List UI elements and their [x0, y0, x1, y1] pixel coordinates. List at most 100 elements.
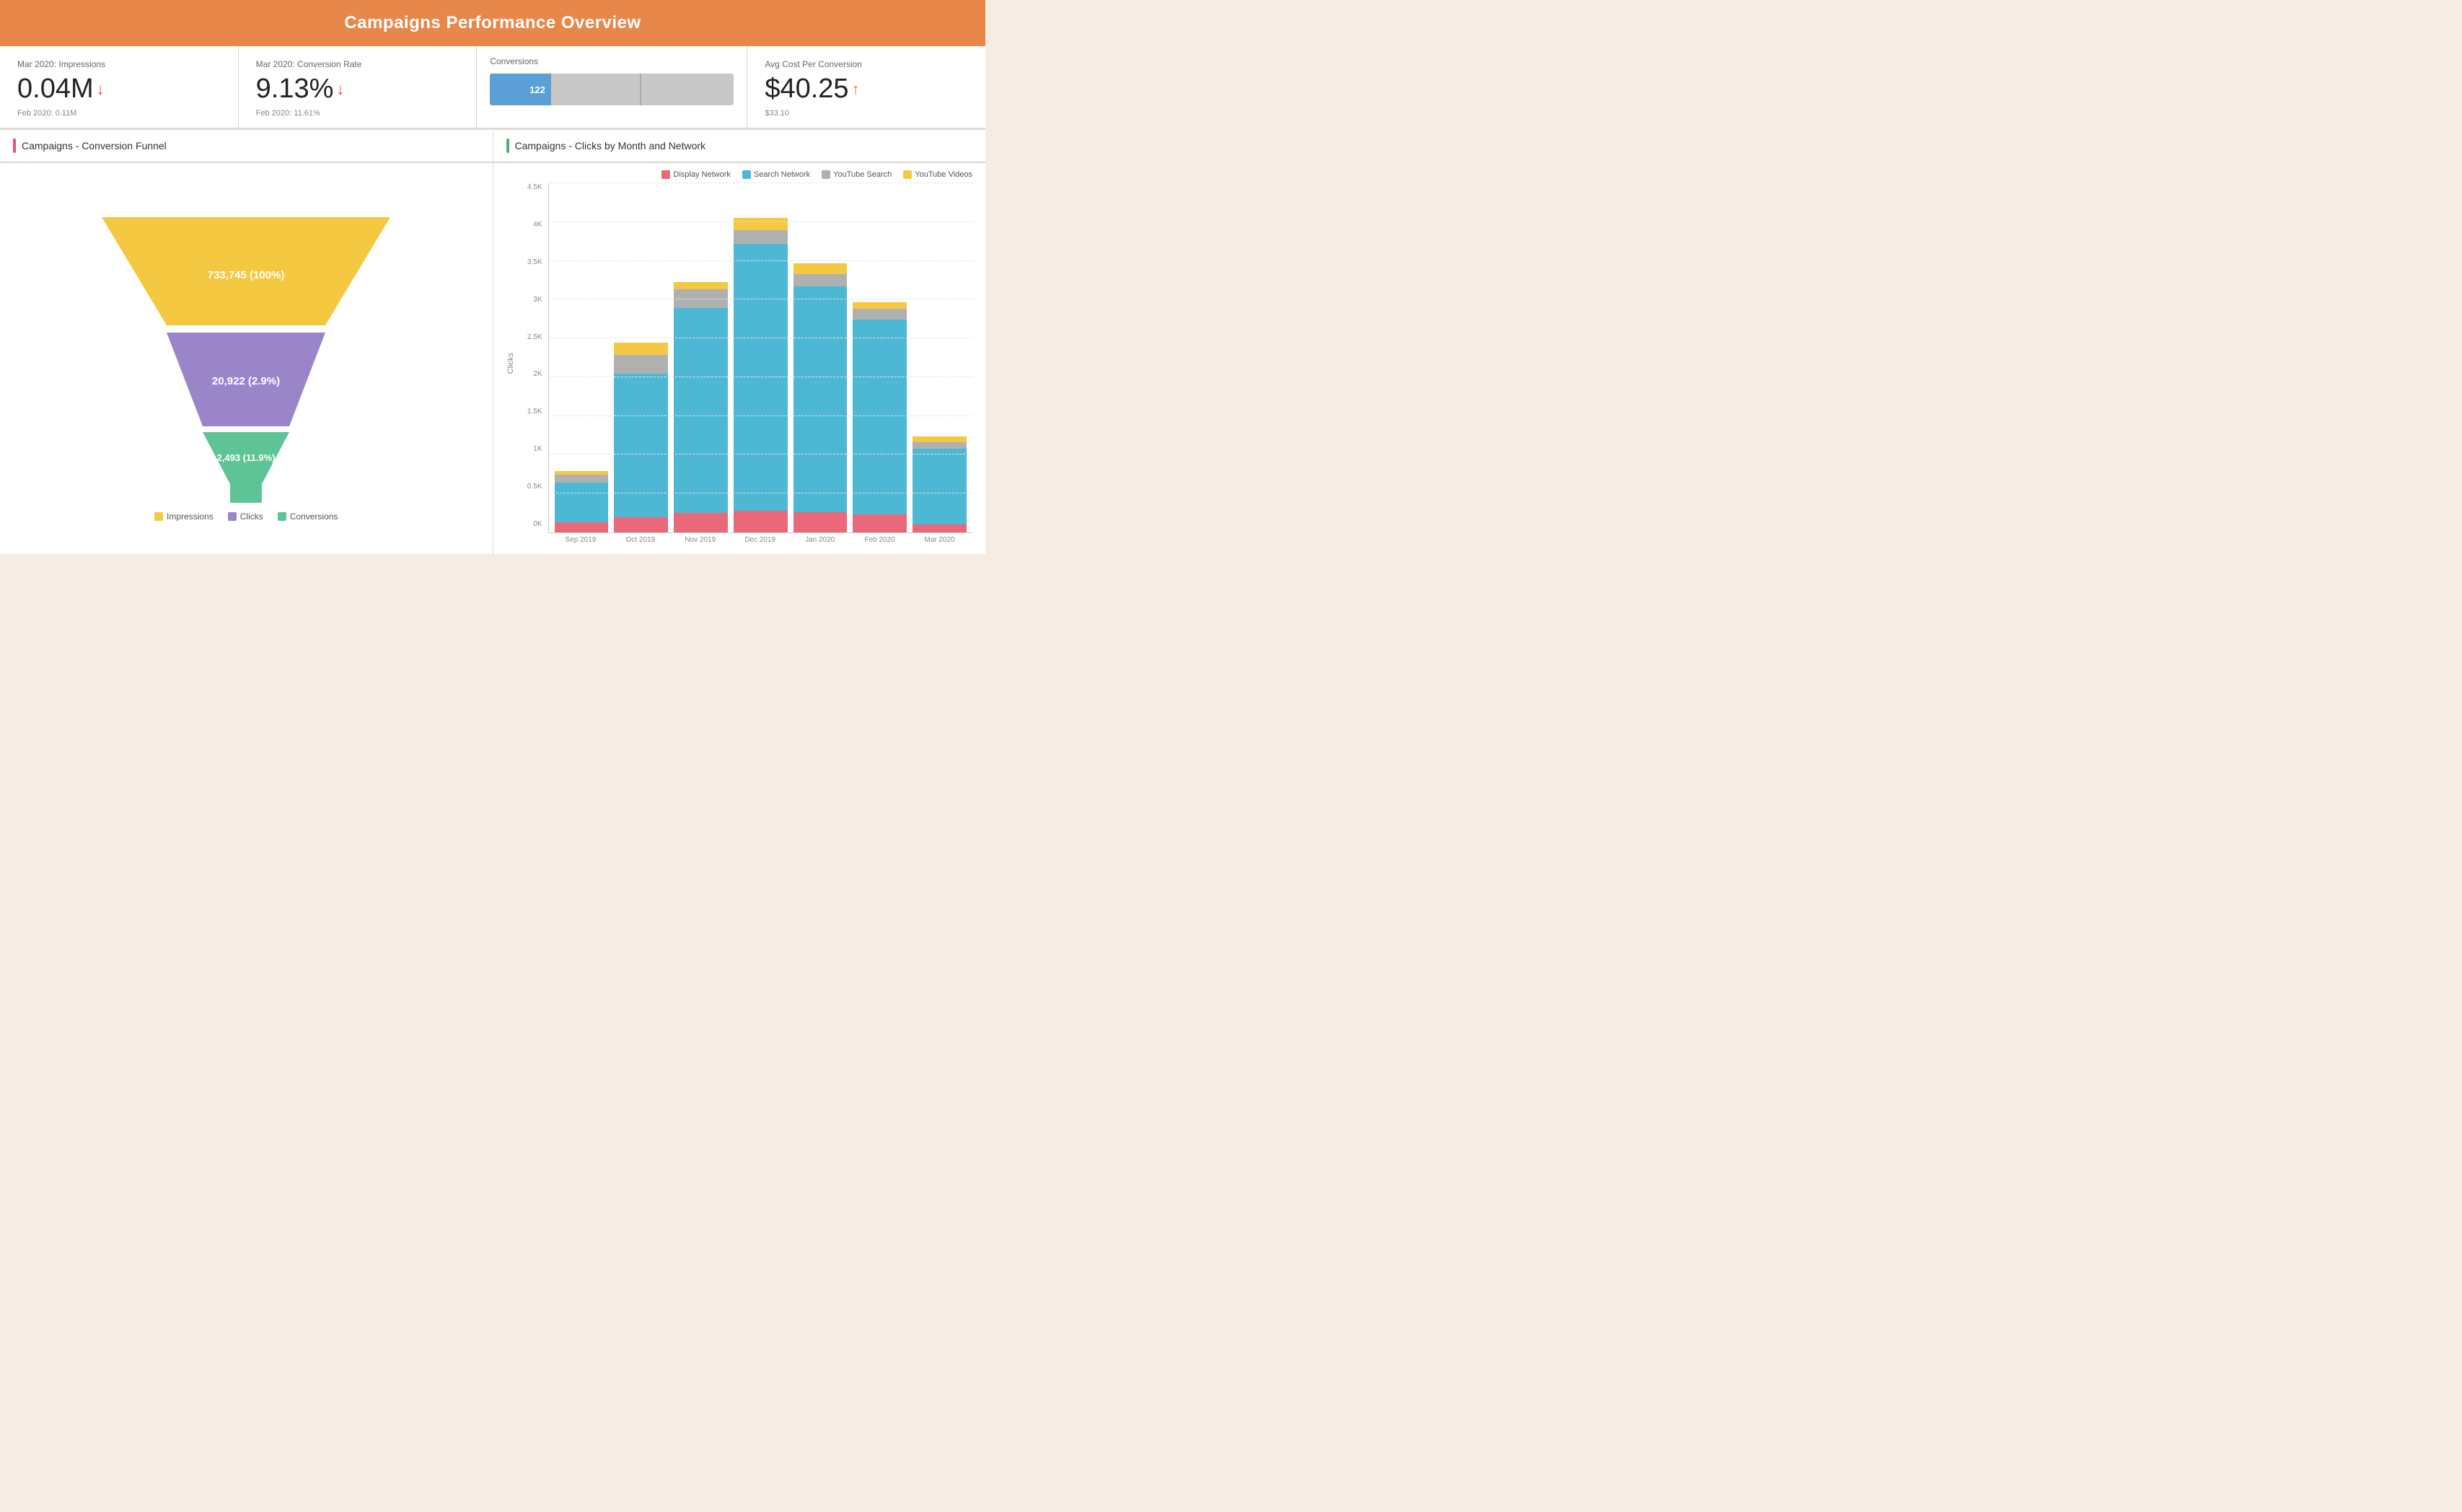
y-axis-label: Clicks: [506, 353, 515, 374]
y-axis-tick: 2K: [533, 370, 542, 378]
impressions-label: Mar 2020: Impressions: [17, 59, 221, 69]
legend-yt-video-dot: [903, 170, 912, 179]
funnel-svg: 733,745 (100%) 20,922 (2.9%) 2,493 (11.9…: [80, 203, 412, 506]
impressions-sub: Feb 2020: 0.11M: [17, 109, 221, 118]
conversions-label: Conversions: [490, 56, 734, 66]
yt-video-seg: [734, 218, 788, 230]
display-seg: [734, 511, 788, 532]
yt-video-seg: [853, 302, 907, 309]
x-label: Feb 2020: [853, 536, 907, 544]
yt-search-seg: [853, 309, 907, 320]
conversions-bar-empty: [551, 74, 734, 105]
legend-conversions: Conversions: [278, 511, 338, 522]
legend-search-label: Search Network: [754, 170, 810, 179]
conversion-rate-sub: Feb 2020: 11.61%: [256, 109, 460, 118]
legend-display-label: Display Network: [673, 170, 730, 179]
x-labels: Sep 2019Oct 2019Nov 2019Dec 2019Jan 2020…: [548, 533, 973, 544]
yt-search-seg: [614, 355, 668, 374]
legend-display-dot: [661, 170, 670, 179]
legend-conversions-label: Conversions: [290, 511, 338, 522]
legend-yt-video: YouTube Videos: [903, 170, 972, 179]
avg-cost-sub: $33.10: [765, 109, 968, 118]
bar-col: [793, 263, 848, 532]
x-label: Mar 2020: [913, 536, 967, 544]
bar-stack: [793, 263, 848, 532]
search-seg: [853, 320, 907, 514]
gridline: [549, 221, 973, 222]
bar-col: [674, 282, 728, 532]
search-seg: [674, 308, 728, 513]
legend-yt-video-label: YouTube Videos: [915, 170, 972, 179]
y-axis: 0K0.5K1K1.5K2K2.5K3K3.5K4K4.5K: [519, 183, 548, 544]
bars-columns: [548, 183, 973, 533]
search-seg: [555, 483, 609, 522]
legend-conversions-dot: [278, 512, 286, 521]
legend-impressions-dot: [154, 512, 163, 521]
chart-area: Display Network Search Network YouTube S…: [493, 163, 986, 554]
page-header: Campaigns Performance Overview: [0, 0, 985, 46]
bar-col: [555, 471, 609, 532]
legend-clicks-label: Clicks: [240, 511, 263, 522]
yt-video-seg: [913, 436, 967, 442]
x-label: Oct 2019: [613, 536, 667, 544]
bar-stack: [734, 218, 788, 532]
chart-legend: Display Network Search Network YouTube S…: [506, 170, 973, 179]
avg-cost-kpi: Avg Cost Per Conversion $40.25 ↑ $33.10: [747, 46, 985, 128]
yt-search-seg: [793, 274, 848, 286]
page-title: Campaigns Performance Overview: [344, 13, 641, 32]
impressions-arrow: ↓: [97, 80, 105, 99]
display-seg: [674, 513, 728, 532]
gridline: [549, 260, 973, 261]
avg-cost-label: Avg Cost Per Conversion: [765, 59, 968, 69]
funnel-title-accent: [13, 139, 16, 153]
bar-col: [853, 302, 907, 532]
legend-display-network: Display Network: [661, 170, 730, 179]
display-seg: [853, 514, 907, 532]
x-label: Jan 2020: [793, 536, 847, 544]
legend-search-network: Search Network: [742, 170, 810, 179]
bar-chart-panel: Campaigns - Clicks by Month and Network …: [493, 130, 986, 554]
y-axis-tick: 0K: [533, 520, 542, 528]
legend-clicks: Clicks: [228, 511, 263, 522]
yt-search-seg: [734, 230, 788, 244]
y-axis-tick: 3K: [533, 296, 542, 304]
search-seg: [614, 374, 668, 517]
bar-chart-title-accent: [506, 139, 509, 153]
bar-stack: [614, 343, 668, 532]
funnel-conversions-label: 2,493 (11.9%): [217, 452, 276, 463]
y-axis-tick: 1K: [533, 445, 542, 453]
impressions-kpi: Mar 2020: Impressions 0.04M ↓ Feb 2020: …: [0, 46, 239, 128]
funnel-impressions-label: 733,745 (100%): [208, 269, 285, 281]
y-axis-tick: 1.5K: [527, 408, 542, 416]
search-seg: [793, 286, 848, 512]
avg-cost-value: $40.25 ↑: [765, 74, 968, 105]
legend-clicks-dot: [228, 512, 237, 521]
avg-cost-arrow: ↑: [852, 80, 860, 99]
display-seg: [555, 522, 609, 532]
funnel-area: 733,745 (100%) 20,922 (2.9%) 2,493 (11.9…: [0, 163, 493, 554]
conversions-bar-filled: 122: [490, 74, 551, 105]
display-seg: [913, 524, 967, 532]
legend-impressions-label: Impressions: [167, 511, 214, 522]
bar-chart-body: Clicks 0K0.5K1K1.5K2K2.5K3K3.5K4K4.5K Se…: [506, 183, 973, 544]
conversion-rate-kpi: Mar 2020: Conversion Rate 9.13% ↓ Feb 20…: [239, 46, 478, 128]
legend-search-dot: [742, 170, 751, 179]
x-label: Sep 2019: [554, 536, 608, 544]
conversion-rate-arrow: ↓: [336, 80, 344, 99]
conversions-bar: 122: [490, 74, 734, 105]
funnel-legend: Impressions Clicks Conversions: [154, 511, 338, 522]
bar-col: [734, 218, 788, 532]
conversion-rate-value: 9.13% ↓: [256, 74, 460, 105]
display-seg: [793, 512, 848, 532]
y-axis-tick: 0.5K: [527, 483, 542, 491]
conversions-bar-divider: [640, 74, 641, 105]
y-axis-tick: 3.5K: [527, 258, 542, 266]
yt-search-seg: [913, 442, 967, 449]
bars-area: Sep 2019Oct 2019Nov 2019Dec 2019Jan 2020…: [548, 183, 973, 544]
x-label: Dec 2019: [733, 536, 787, 544]
legend-yt-search-label: YouTube Search: [833, 170, 892, 179]
bar-col: [614, 343, 668, 532]
yt-video-seg: [674, 282, 728, 289]
bar-stack: [555, 471, 609, 532]
dashboard: Campaigns Performance Overview Mar 2020:…: [0, 0, 985, 554]
